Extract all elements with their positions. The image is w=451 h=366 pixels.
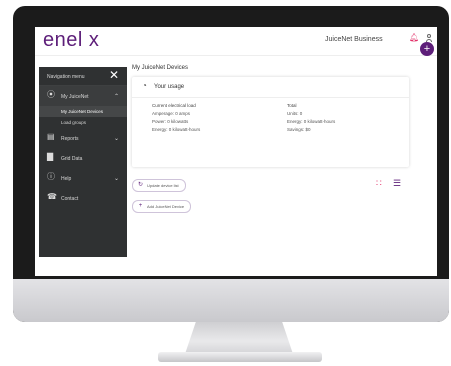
units-value: Units: 0 <box>287 111 303 116</box>
gauge-icon: ◔ <box>142 81 147 90</box>
total-energy-value: Energy: 0 kilowatt-hours <box>287 119 336 124</box>
navigation-sidebar: Navigation menu ✕ ⦿ My JuiceNet ⌃ My Jui… <box>39 67 127 257</box>
chevron-down-icon: ⌄ <box>113 136 119 142</box>
energy-value: Energy: 0 kilowatt-hours <box>152 127 201 132</box>
add-fab-button[interactable]: + <box>420 42 434 56</box>
report-icon: ▤ <box>47 132 55 141</box>
monitor-frame: enel x JuiceNet Business 🔔︎ Navigation m… <box>13 6 449 322</box>
app-screen: enel x JuiceNet Business 🔔︎ Navigation m… <box>35 27 437 276</box>
sidebar-item-contact[interactable]: ☎ Contact <box>39 188 127 208</box>
sidebar-item-reports[interactable]: ▤ Reports ⌄ <box>39 128 127 148</box>
sidebar-item-label: Contact <box>61 196 79 202</box>
current-load-heading: Current electrical load <box>152 103 196 108</box>
sidebar-subitem-devices[interactable]: My JuiceNet Devices <box>39 106 127 117</box>
sidebar-item-my-juicenet[interactable]: ⦿ My JuiceNet ⌃ <box>39 86 127 106</box>
sidebar-subitem-label: My JuiceNet Devices <box>61 109 104 114</box>
sidebar-item-help[interactable]: ⓘ Help ⌄ <box>39 168 127 188</box>
chart-icon: ▇ <box>47 152 54 161</box>
update-device-list-button[interactable]: ↻ Update device list <box>132 179 186 192</box>
refresh-icon: ↻ <box>137 182 144 188</box>
page-title: My JuiceNet Devices <box>132 65 189 71</box>
power-value: Power: 0 kilowatts <box>152 119 189 124</box>
enel-x-logo: enel x <box>43 29 100 51</box>
sidebar-item-label: Help <box>61 176 72 182</box>
grid-view-icon[interactable]: ∷ <box>376 179 382 188</box>
chevron-down-icon: ⌄ <box>113 176 119 182</box>
close-icon[interactable]: ✕ <box>109 69 119 81</box>
amperage-value: Amperage: 0 amps <box>152 111 191 116</box>
sidebar-item-label: Grid Data <box>61 156 83 162</box>
update-button-label: Update device list <box>147 183 179 188</box>
help-icon: ⓘ <box>47 172 55 181</box>
plug-icon: ⦿ <box>47 90 55 99</box>
nav-header: Navigation menu ✕ <box>39 67 127 86</box>
account-name[interactable]: JuiceNet Business <box>325 36 383 43</box>
total-column: Total Units: 0 Energy: 0 kilowatt-hours … <box>287 102 335 134</box>
plus-icon: + <box>138 203 143 209</box>
sidebar-item-grid-data[interactable]: ▇ Grid Data <box>39 148 127 168</box>
usage-title: Your usage <box>154 84 185 90</box>
current-load-column: Current electrical load Amperage: 0 amps… <box>152 102 200 134</box>
sidebar-item-label: Reports <box>61 136 79 142</box>
bell-icon[interactable]: 🔔︎ <box>409 34 419 42</box>
sidebar-item-label: My JuiceNet <box>61 94 89 100</box>
sidebar-subitem-label: Load groups <box>61 120 87 125</box>
add-button-label: Add JuiceNet Device <box>147 204 185 209</box>
sidebar-subitem-load-groups[interactable]: Load groups <box>39 117 127 128</box>
savings-value: Savings: $0 <box>287 127 311 132</box>
monitor-stand-base <box>158 352 322 362</box>
nav-title: Navigation menu <box>47 74 85 80</box>
usage-card: ◔ Your usage Current electrical load Amp… <box>132 77 409 167</box>
phone-icon: ☎ <box>47 192 57 201</box>
list-view-icon[interactable]: ☰ <box>393 179 401 188</box>
monitor-stand-neck <box>185 322 293 354</box>
chevron-up-icon: ⌃ <box>113 94 119 100</box>
monitor-chin <box>13 279 449 322</box>
user-icon[interactable] <box>425 34 433 42</box>
top-bar: enel x JuiceNet Business 🔔︎ <box>35 27 437 56</box>
total-heading: Total <box>287 103 297 108</box>
usage-card-header: ◔ Your usage <box>132 77 409 98</box>
add-device-button[interactable]: + Add JuiceNet Device <box>132 200 192 213</box>
